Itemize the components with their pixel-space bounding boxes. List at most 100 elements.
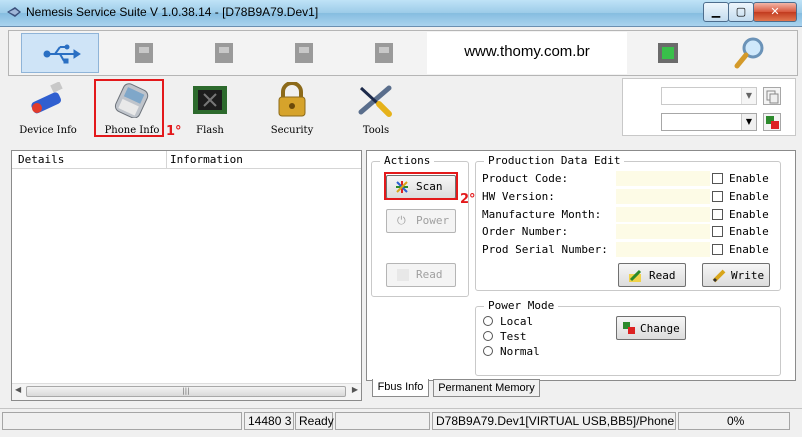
minimize-button[interactable]: ▁ [703, 2, 729, 22]
maximize-button[interactable]: ▢ [728, 2, 754, 22]
maximize-icon: ▢ [735, 5, 747, 18]
close-button[interactable]: ✕ [753, 2, 797, 22]
enable-label: Enable [729, 225, 769, 238]
copy-button[interactable] [763, 87, 781, 105]
flash-label: Flash [196, 125, 224, 136]
write-production-button[interactable]: Write [702, 263, 770, 287]
step-2-marker: 2° [460, 192, 476, 207]
manufacture-month-enable-checkbox[interactable] [712, 209, 723, 220]
main-window: Nemesis Service Suite V 1.0.38.14 - [D78… [0, 0, 802, 437]
config-button[interactable] [763, 113, 781, 131]
flash-chip-icon [193, 86, 227, 114]
port-button-4[interactable] [265, 33, 343, 73]
primary-select[interactable]: ▼ [661, 87, 757, 105]
port-icon [295, 43, 313, 63]
port-icon [375, 43, 393, 63]
device-info-button[interactable]: Device Info [8, 78, 88, 140]
power-button[interactable]: ⏻ Power [386, 209, 456, 233]
power-mode-normal-radio[interactable] [483, 346, 493, 356]
tools-button[interactable]: Tools [336, 78, 416, 140]
window-title: Nemesis Service Suite V 1.0.38.14 - [D78… [26, 5, 319, 19]
website-link[interactable]: www.thomy.com.br [427, 32, 627, 74]
tools-label: Tools [362, 125, 390, 136]
app-icon [7, 7, 21, 17]
chip-red-icon [623, 322, 635, 334]
secondary-select[interactable]: ▼ [661, 113, 757, 131]
port-button-2[interactable] [105, 33, 183, 73]
order-number-field[interactable] [616, 224, 710, 239]
prod-serial-number-field[interactable] [616, 242, 710, 257]
chevron-down-icon: ▼ [741, 88, 756, 104]
usb-stick-icon [31, 82, 63, 114]
column-divider[interactable] [166, 151, 167, 168]
read-actions-button[interactable]: Read [386, 263, 456, 287]
manufacture-month-field[interactable] [616, 207, 710, 222]
production-data-group: Production Data Edit Product Code: Enabl… [475, 154, 781, 291]
connection-toolbar: www.thomy.com.br [8, 30, 798, 76]
port-button-5[interactable] [345, 33, 423, 73]
status-code: 14480 3 [244, 412, 294, 430]
power-icon: ⏻ [397, 214, 406, 227]
pencil-read-icon [629, 269, 642, 282]
search-button[interactable] [709, 33, 787, 73]
flash-button[interactable]: Flash [170, 78, 250, 140]
chip-red-icon [766, 116, 779, 129]
power-mode-local-label: Local [500, 315, 534, 328]
minimize-icon: ▁ [711, 5, 721, 18]
order-number-label: Order Number: [482, 225, 569, 238]
magnifier-icon [734, 37, 764, 69]
prod-serial-number-enable-checkbox[interactable] [712, 244, 723, 255]
power-mode-test-radio[interactable] [483, 331, 493, 341]
enable-label: Enable [729, 243, 769, 256]
power-label: Power [416, 214, 450, 227]
scroll-right-icon[interactable]: ▶ [352, 385, 358, 394]
order-number-enable-checkbox[interactable] [712, 226, 723, 237]
read-production-button[interactable]: Read [618, 263, 686, 287]
product-code-enable-checkbox[interactable] [712, 173, 723, 184]
write-production-label: Write [731, 269, 765, 282]
status-bar: 14480 3 Ready D78B9A79.Dev1[VIRTUAL USB,… [0, 408, 802, 437]
scroll-left-icon[interactable]: ◀ [15, 385, 21, 394]
copy-icon [766, 90, 779, 104]
scan-highlight [384, 172, 458, 200]
manufacture-month-label: Manufacture Month: [482, 208, 602, 221]
usb-icon [43, 44, 81, 64]
scroll-thumb[interactable]: ||| [26, 386, 346, 397]
enable-label: Enable [729, 208, 769, 221]
power-mode-group: Power Mode Local Test Normal Change [475, 299, 781, 376]
prod-serial-number-label: Prod Serial Number: [482, 243, 608, 256]
device-info-label: Device Info [19, 125, 77, 136]
security-button[interactable]: Security [252, 78, 332, 140]
enable-label: Enable [729, 172, 769, 185]
power-mode-title: Power Mode [484, 299, 559, 312]
horizontal-scrollbar[interactable]: ◀ ||| ▶ [12, 383, 361, 400]
read-production-label: Read [649, 269, 676, 282]
production-title: Production Data Edit [484, 154, 625, 167]
title-bar: Nemesis Service Suite V 1.0.38.14 - [D78… [0, 0, 802, 27]
step-1-marker: 1° [166, 124, 182, 139]
security-label: Security [270, 125, 314, 136]
status-panel-blank [335, 412, 430, 430]
power-mode-local-radio[interactable] [483, 316, 493, 326]
read-label: Read [416, 268, 443, 281]
hw-version-label: HW Version: [482, 190, 555, 203]
chip-button[interactable] [629, 33, 707, 73]
phone-info-highlight [94, 79, 164, 137]
chevron-down-icon: ▼ [741, 114, 756, 130]
column-information[interactable]: Information [170, 153, 243, 166]
hw-version-enable-checkbox[interactable] [712, 191, 723, 202]
wrench-screwdriver-icon [358, 85, 392, 117]
port-button-3[interactable] [185, 33, 263, 73]
details-list[interactable]: Details Information ◀ ||| ▶ [11, 150, 362, 401]
close-icon: ✕ [770, 5, 780, 18]
status-progress: 0% [678, 412, 790, 430]
hw-version-field[interactable] [616, 189, 710, 204]
status-state: Ready [295, 412, 334, 430]
tab-fbus-info[interactable]: Fbus Info [372, 379, 429, 397]
port-icon [135, 43, 153, 63]
column-details[interactable]: Details [18, 153, 64, 166]
product-code-field[interactable] [616, 171, 710, 186]
usb-connection-button[interactable] [21, 33, 99, 73]
tab-permanent-memory[interactable]: Permanent Memory [433, 379, 540, 397]
change-button[interactable]: Change [616, 316, 686, 340]
